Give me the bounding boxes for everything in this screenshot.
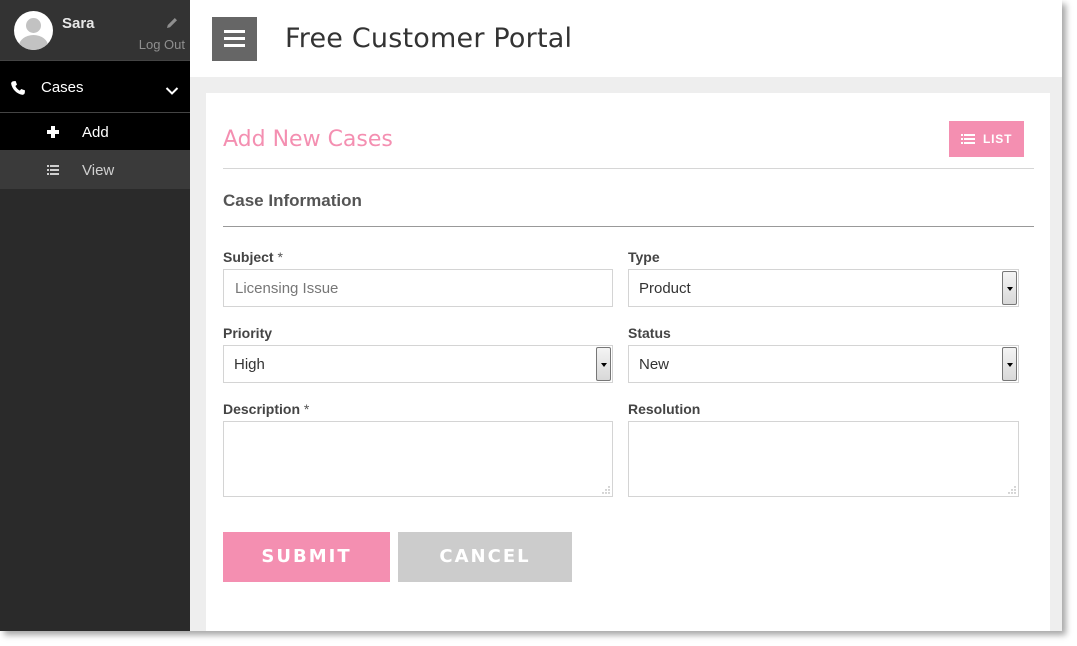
status-select[interactable]: New — [628, 345, 1019, 383]
sidebar-item-label: View — [82, 162, 115, 179]
type-select[interactable]: Product — [628, 269, 1019, 307]
list-icon — [47, 165, 59, 175]
app-window: Sara Log Out Cases Add View Free Custome… — [0, 0, 1062, 631]
description-label: Description * — [223, 401, 309, 417]
priority-label: Priority — [223, 325, 273, 341]
sidebar-item-add[interactable]: Add — [0, 113, 190, 151]
list-button-label: LIST — [983, 132, 1013, 146]
resize-grip-icon[interactable] — [602, 486, 610, 494]
type-select-value: Product — [639, 280, 691, 297]
page-title: Add New Cases — [223, 127, 393, 152]
subject-label-text: Subject — [223, 249, 274, 265]
form-card: Add New Cases LIST Case Information Subj… — [206, 93, 1050, 631]
top-header: Free Customer Portal — [190, 0, 1062, 77]
status-select-value: New — [639, 356, 670, 373]
list-icon — [961, 134, 975, 144]
subject-label: Subject * — [223, 249, 283, 265]
sidebar-item-label: Add — [82, 124, 109, 141]
required-mark: * — [303, 401, 310, 417]
resolution-textarea[interactable] — [628, 421, 1019, 497]
description-textarea[interactable] — [223, 421, 613, 497]
priority-select[interactable]: High — [223, 345, 613, 383]
chevron-down-icon — [165, 87, 179, 95]
subject-input[interactable] — [223, 269, 613, 307]
user-avatar-icon — [14, 11, 53, 50]
logout-link[interactable]: Log Out — [139, 37, 185, 52]
phone-icon — [11, 81, 25, 95]
sidebar: Sara Log Out Cases Add View — [0, 0, 190, 631]
user-panel: Sara Log Out — [0, 0, 190, 61]
sidebar-item-view[interactable]: View — [0, 151, 190, 189]
section-title: Case Information — [223, 191, 362, 210]
dropdown-arrow-icon — [1002, 271, 1017, 305]
list-button[interactable]: LIST — [949, 121, 1024, 157]
type-label: Type — [628, 249, 660, 265]
submit-button[interactable]: SUBMIT — [223, 532, 390, 582]
plus-icon — [47, 126, 59, 138]
divider — [223, 168, 1034, 169]
sidebar-item-cases[interactable]: Cases — [0, 61, 190, 113]
pencil-icon[interactable] — [165, 16, 179, 30]
cancel-button[interactable]: CANCEL — [398, 532, 572, 582]
divider — [223, 226, 1034, 227]
resize-grip-icon[interactable] — [1008, 486, 1016, 494]
resolution-label: Resolution — [628, 401, 701, 417]
user-name: Sara — [62, 15, 95, 32]
app-title: Free Customer Portal — [285, 23, 573, 54]
dropdown-arrow-icon — [1002, 347, 1017, 381]
hamburger-menu-icon[interactable] — [212, 17, 257, 61]
sidebar-item-label: Cases — [41, 79, 84, 96]
dropdown-arrow-icon — [596, 347, 611, 381]
status-label: Status — [628, 325, 671, 341]
priority-select-value: High — [234, 356, 265, 373]
required-mark: * — [277, 249, 283, 265]
description-label-text: Description — [223, 401, 301, 417]
